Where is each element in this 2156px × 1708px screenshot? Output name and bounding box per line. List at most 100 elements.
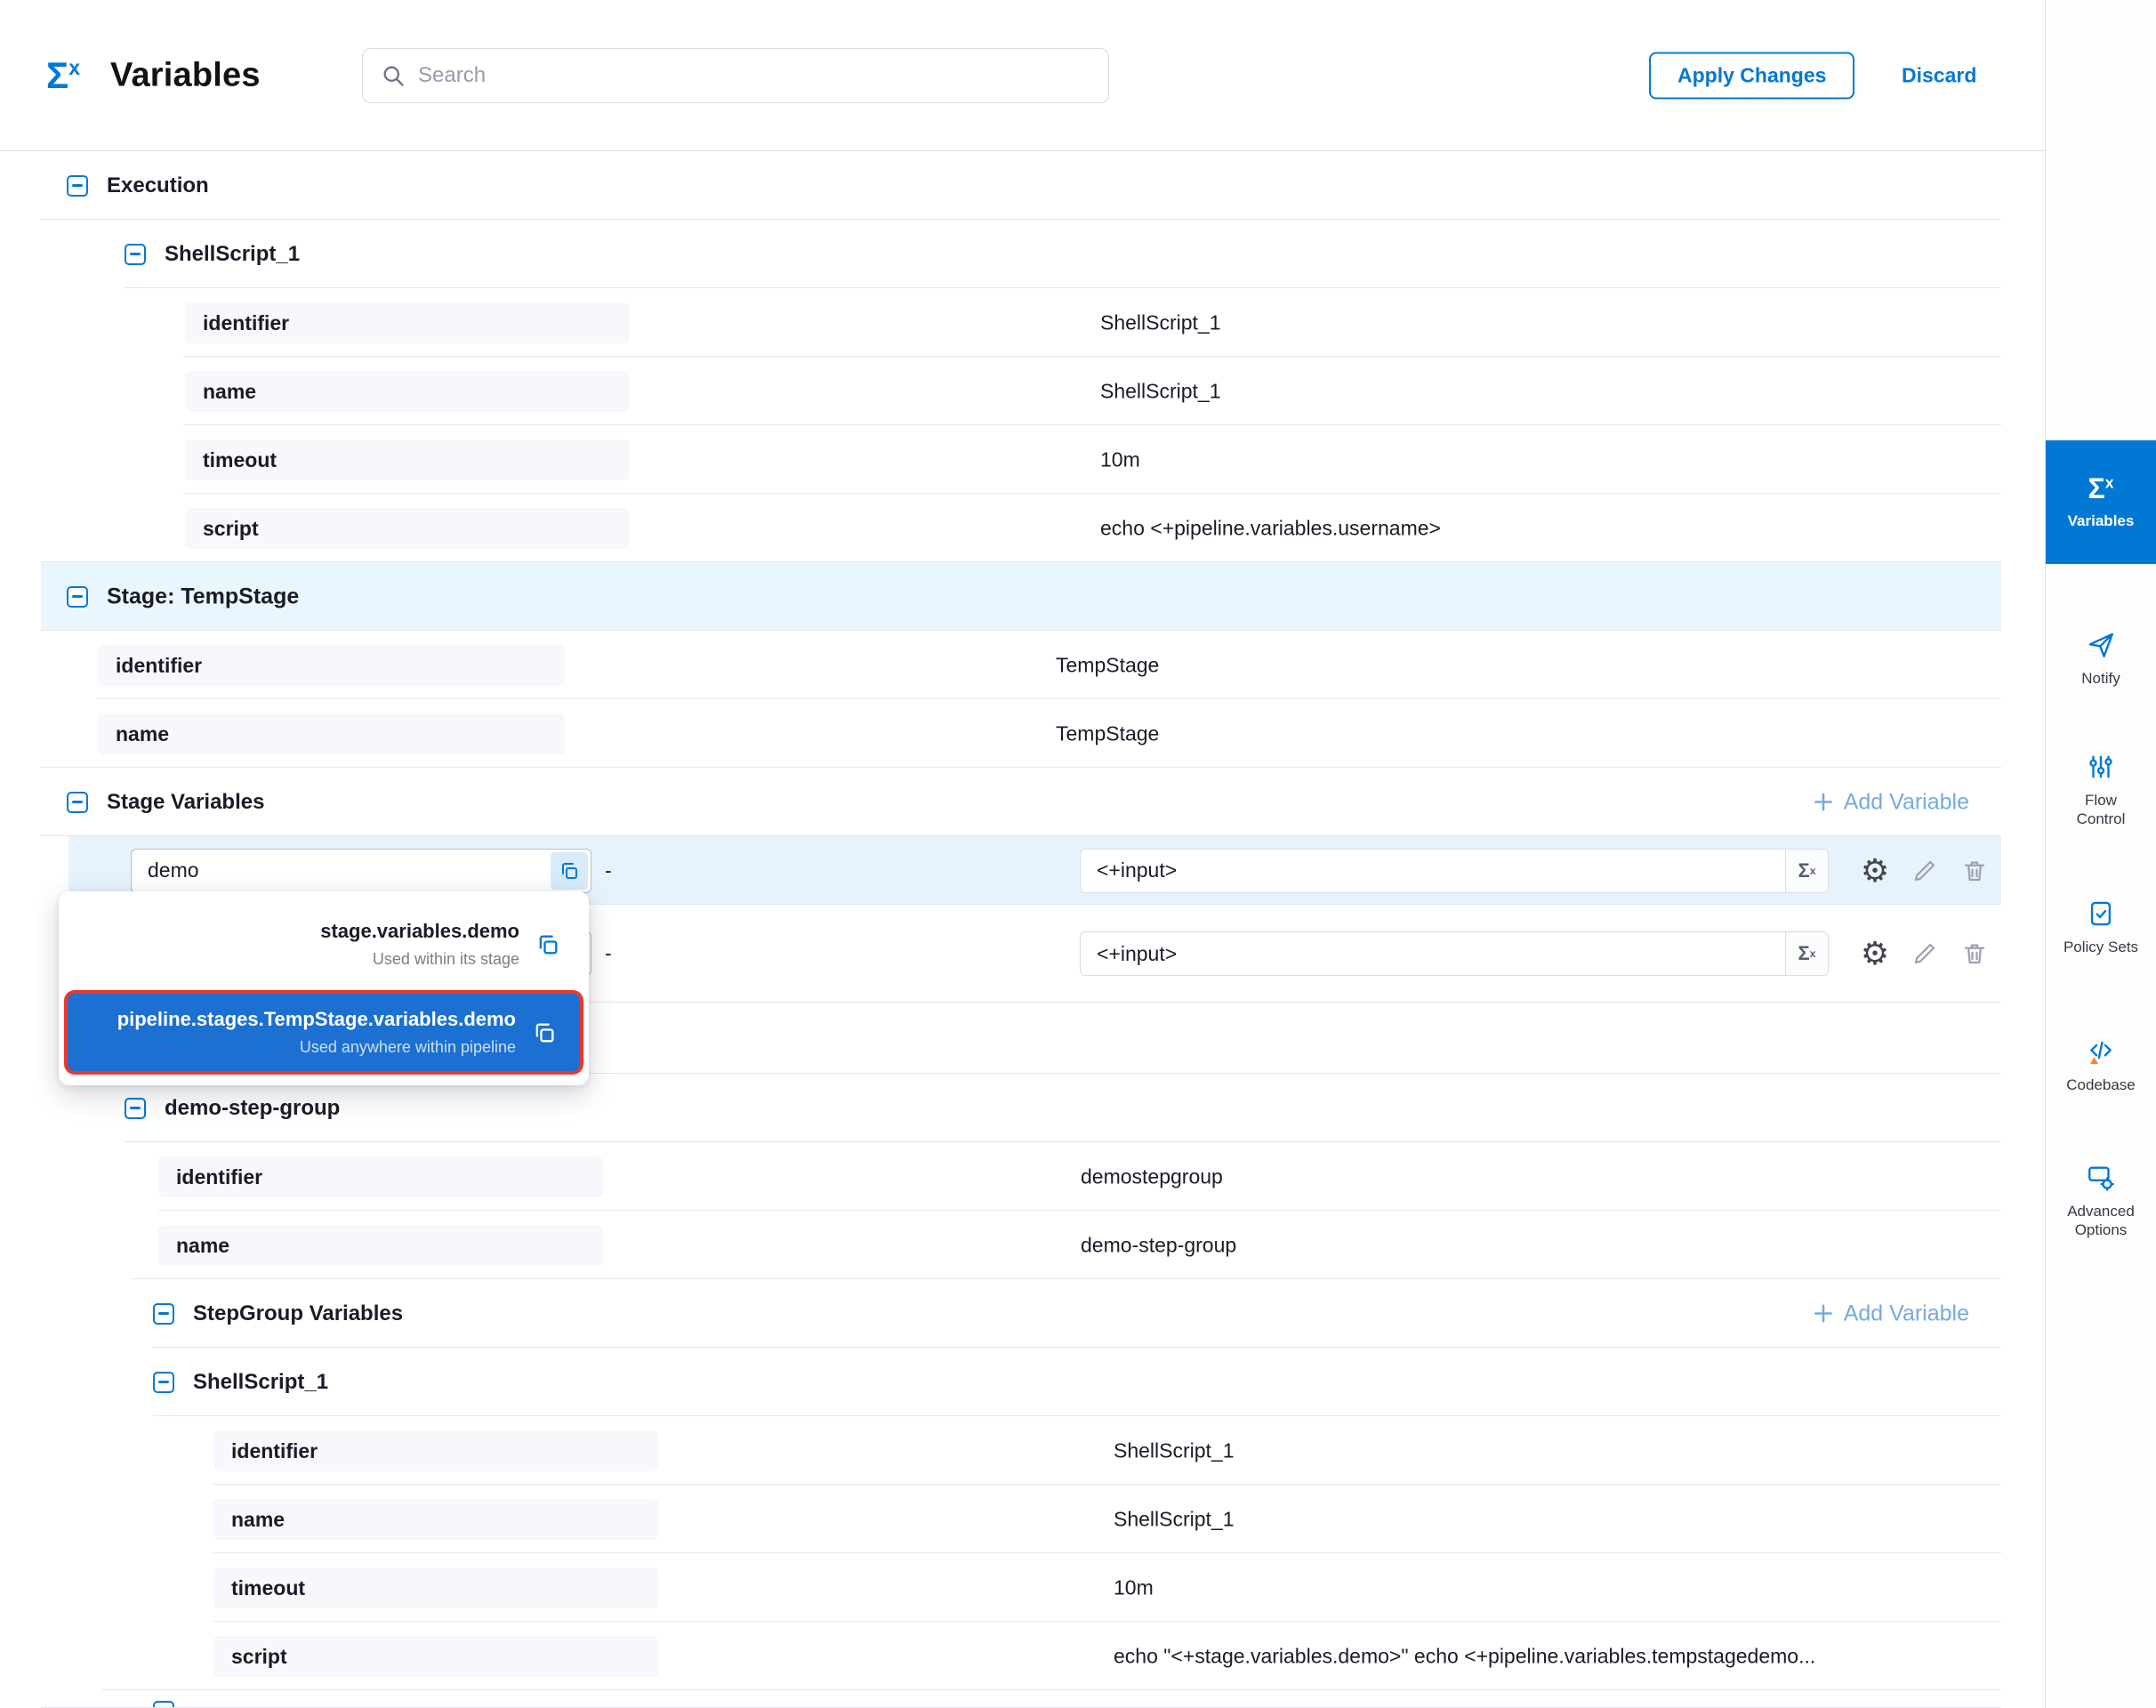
panel-header: Σx Variables Apply Changes Discard	[0, 0, 2045, 151]
apply-changes-button[interactable]: Apply Changes	[1649, 52, 1854, 99]
collapse-icon[interactable]	[67, 175, 88, 197]
variable-path: pipeline.stages.TempStage.variables.demo	[117, 1008, 516, 1031]
section-label: ShellScript_1	[165, 242, 300, 267]
copy-variable-button[interactable]	[551, 852, 588, 890]
variable-value-text: <+input>	[1081, 942, 1785, 966]
search-icon	[381, 63, 406, 88]
plus-icon	[1812, 791, 1835, 814]
field-label: name	[98, 713, 565, 754]
field-value: demostepgroup	[1081, 1164, 1223, 1188]
variable-value-text: <+input>	[1081, 858, 1785, 882]
tree-row-stage-tempstage: Stage: TempStage	[0, 562, 2001, 631]
sigma-x-icon: Σx	[2088, 474, 2114, 503]
collapse-icon[interactable]	[153, 1303, 174, 1325]
partial-row	[0, 1690, 2001, 1708]
sliders-icon	[2086, 752, 2116, 782]
section-label: Execution	[107, 173, 209, 198]
field-row-identifier: identifier ShellScript_1	[0, 1416, 2001, 1485]
field-value: ShellScript_1	[1114, 1438, 1235, 1462]
variable-scope: Used within its stage	[320, 950, 519, 969]
collapse-icon[interactable]	[67, 586, 88, 608]
field-value: ShellScript_1	[1100, 310, 1221, 334]
collapse-icon[interactable]	[67, 792, 88, 813]
collapse-icon[interactable]	[125, 244, 146, 265]
edit-pencil-icon	[1911, 940, 1938, 967]
plus-icon	[1812, 1302, 1835, 1325]
field-row-name: name ShellScript_1	[0, 1485, 2001, 1553]
field-value: echo "<+stage.variables.demo>" echo <+pi…	[1114, 1644, 1815, 1668]
section-label: Stage Variables	[107, 790, 264, 815]
field-value: 10m	[1100, 447, 1140, 471]
field-label: name	[185, 371, 630, 412]
field-value: demo-step-group	[1081, 1233, 1236, 1257]
tree-row-stepgroup-variables: StepGroup Variables Add Variable	[0, 1279, 2001, 1348]
copy-icon	[532, 1020, 557, 1045]
field-row-identifier: identifier TempStage	[0, 631, 2001, 699]
variable-settings-button[interactable]: ⚙	[1855, 851, 1895, 890]
sidebar-item-policy-sets[interactable]: Policy Sets	[2046, 876, 2156, 979]
sidebar-item-notify[interactable]: Notify	[2046, 618, 2156, 698]
add-variable-button[interactable]: Add Variable	[1812, 789, 1969, 815]
search-input[interactable]	[418, 63, 1090, 88]
variable-path: stage.variables.demo	[320, 920, 519, 943]
copy-icon	[535, 932, 560, 957]
popup-option-texts: stage.variables.demo Used within its sta…	[320, 920, 519, 969]
field-row-script: script echo "<+stage.variables.demo>" ec…	[0, 1622, 2001, 1690]
field-value: 10m	[1114, 1575, 1154, 1599]
send-icon	[2086, 630, 2116, 660]
variable-value-input[interactable]: <+input> Σx	[1080, 931, 1829, 976]
field-row-timeout: timeout 10m	[0, 1553, 2001, 1622]
tree-row-shellscript1: ShellScript_1	[0, 220, 2001, 288]
variable-delete-button[interactable]	[1955, 851, 1994, 890]
variable-description: -	[605, 858, 612, 882]
sidebar-item-codebase[interactable]: Codebase	[2046, 1025, 2156, 1105]
tree-row-execution: Execution	[0, 151, 2001, 220]
field-row-timeout: timeout 10m	[0, 425, 2001, 494]
variable-name-input[interactable]: demo	[131, 849, 591, 893]
field-row-identifier: identifier demostepgroup	[0, 1142, 2001, 1211]
collapse-icon[interactable]	[153, 1372, 174, 1393]
codebase-icon	[2086, 1036, 2116, 1067]
variable-scope: Used anywhere within pipeline	[117, 1038, 516, 1057]
section-label: Stage: TempStage	[107, 584, 299, 609]
variables-panel: Σx Variables Apply Changes Discard Execu…	[0, 0, 2156, 1708]
collapse-icon[interactable]	[125, 1098, 146, 1119]
collapse-icon[interactable]	[153, 1701, 174, 1708]
field-value: ShellScript_1	[1114, 1507, 1235, 1531]
popup-option-texts: pipeline.stages.TempStage.variables.demo…	[117, 1008, 516, 1057]
expression-sigma-icon[interactable]: Σx	[1785, 850, 1828, 892]
field-label: identifier	[158, 1156, 603, 1197]
popup-option-stage-scope[interactable]: stage.variables.demo Used within its sta…	[59, 898, 589, 987]
gear-icon: ⚙	[1861, 855, 1889, 887]
variable-value-input[interactable]: <+input> Σx	[1080, 849, 1829, 893]
section-label: StepGroup Variables	[193, 1301, 403, 1326]
field-value: echo <+pipeline.variables.username>	[1100, 516, 1441, 540]
sidebar-item-flow-control[interactable]: Flow Control	[2046, 738, 2156, 841]
variable-edit-button[interactable]	[1905, 851, 1944, 890]
field-label: script	[185, 508, 630, 549]
variable-edit-button[interactable]	[1905, 934, 1944, 973]
variable-description: -	[605, 942, 612, 966]
field-label: name	[213, 1499, 658, 1540]
advanced-options-icon	[2086, 1163, 2116, 1193]
sigma-x-logo-icon: Σx	[46, 54, 80, 97]
field-row-script: script echo <+pipeline.variables.usernam…	[0, 494, 2001, 562]
field-label: script	[213, 1636, 658, 1677]
variable-settings-button[interactable]: ⚙	[1855, 934, 1895, 973]
tree-row-stage-variables: Stage Variables Add Variable	[0, 768, 2001, 836]
add-variable-button[interactable]: Add Variable	[1812, 1301, 1969, 1326]
page-title: Variables	[110, 56, 261, 94]
sidebar-item-variables[interactable]: Σx Variables	[2046, 440, 2156, 564]
variable-delete-button[interactable]	[1955, 934, 1994, 973]
field-label: timeout	[185, 439, 630, 480]
expression-sigma-icon[interactable]: Σx	[1785, 932, 1828, 975]
right-rail: Σx Variables Notify Flow Control Policy …	[2045, 0, 2156, 1708]
sidebar-item-advanced-options[interactable]: Advanced Options	[2046, 1148, 2156, 1254]
popup-option-pipeline-scope[interactable]: pipeline.stages.TempStage.variables.demo…	[64, 990, 583, 1075]
variables-table: Execution ShellScript_1 identifier Shell…	[0, 151, 2001, 1708]
field-value: TempStage	[1056, 653, 1159, 677]
field-label: name	[158, 1225, 603, 1266]
edit-pencil-icon	[1911, 858, 1938, 884]
field-value: ShellScript_1	[1100, 379, 1221, 403]
discard-button[interactable]: Discard	[1902, 63, 1976, 87]
